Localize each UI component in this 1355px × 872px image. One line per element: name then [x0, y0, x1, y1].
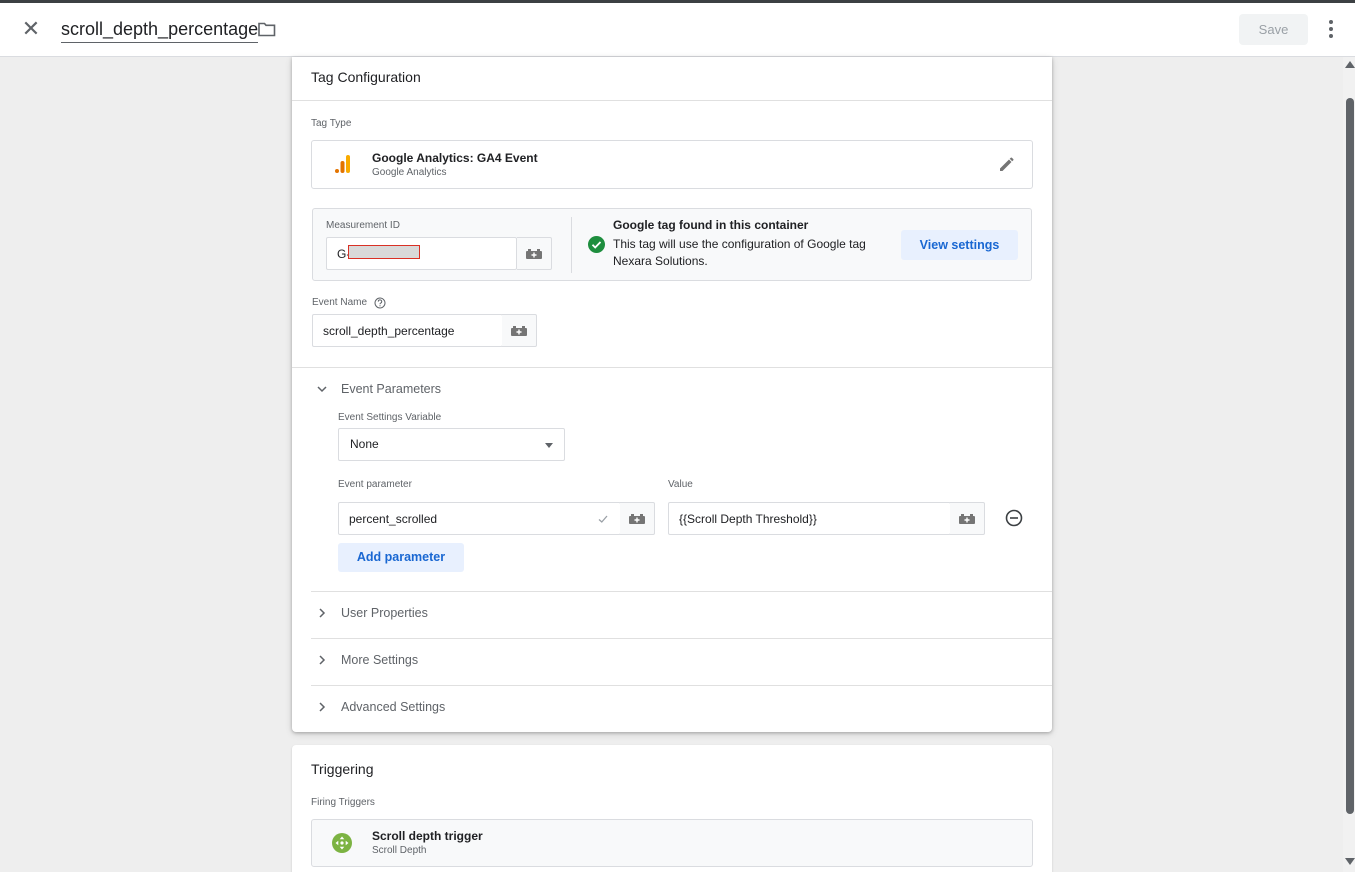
event-settings-variable-select[interactable]: None [338, 428, 565, 461]
variable-picker-button[interactable] [950, 502, 985, 535]
trigger-type: Scroll Depth [372, 845, 427, 856]
check-circle-icon [588, 236, 605, 253]
scroll-thumb[interactable] [1346, 98, 1354, 814]
save-button[interactable]: Save [1239, 14, 1308, 45]
google-tag-status-text: This tag will use the configuration of G… [613, 237, 866, 268]
tag-type-provider: Google Analytics [372, 167, 447, 178]
google-tag-status-title: Google tag found in this container [613, 218, 809, 232]
measurement-id-label: Measurement ID [326, 220, 400, 231]
value-col-label: Value [668, 479, 693, 490]
variable-picker-button[interactable] [502, 314, 537, 347]
chevron-right-icon [319, 655, 326, 665]
add-parameter-button[interactable]: Add parameter [338, 543, 464, 572]
view-settings-button[interactable]: View settings [901, 230, 1018, 260]
remove-circle-icon[interactable] [1005, 509, 1023, 527]
event-name-value: scroll_depth_percentage [323, 323, 455, 338]
folder-icon[interactable] [258, 21, 276, 37]
variable-block-icon [526, 248, 542, 259]
check-icon [598, 515, 608, 523]
user-properties-toggle[interactable]: User Properties [292, 591, 1052, 637]
pencil-icon[interactable] [998, 155, 1016, 173]
event-parameter-col-label: Event parameter [338, 479, 412, 490]
measurement-id-panel: Measurement ID G- Google tag found in th… [312, 208, 1032, 281]
event-name-input[interactable]: scroll_depth_percentage [312, 314, 503, 347]
variable-block-icon [959, 513, 975, 524]
event-parameters-title: Event Parameters [341, 382, 442, 396]
variable-picker-button[interactable] [517, 237, 552, 270]
event-parameter-input[interactable]: percent_scrolled [338, 502, 621, 535]
more-settings-toggle[interactable]: More Settings [292, 638, 1052, 684]
chevron-right-icon [319, 608, 326, 618]
scroll-trigger-icon [332, 833, 352, 853]
more-vert-icon[interactable] [1322, 17, 1340, 41]
advanced-settings-toggle[interactable]: Advanced Settings [292, 685, 1052, 731]
chevron-down-icon [317, 386, 327, 393]
divider [571, 217, 572, 273]
close-icon[interactable]: ✕ [18, 16, 44, 42]
event-settings-variable-value: None [350, 437, 379, 451]
tag-configuration-title: Tag Configuration [311, 69, 421, 85]
parameter-value: {{Scroll Depth Threshold}} [679, 511, 817, 526]
trigger-item[interactable]: Scroll depth trigger Scroll Depth [311, 819, 1033, 867]
tag-editor-header: ✕ scroll_depth_percentage Save [0, 3, 1355, 57]
triggering-card: Triggering Firing Triggers Scroll depth … [292, 745, 1052, 872]
firing-triggers-label: Firing Triggers [311, 797, 375, 808]
tag-type-label: Tag Type [311, 118, 352, 129]
trigger-name: Scroll depth trigger [372, 829, 483, 843]
event-parameters-toggle[interactable]: Event Parameters [292, 367, 1052, 413]
redacted-measurement-id [348, 245, 420, 259]
scroll-up-arrow-icon[interactable] [1345, 61, 1355, 68]
variable-picker-button[interactable] [620, 502, 655, 535]
parameter-value-input[interactable]: {{Scroll Depth Threshold}} [668, 502, 951, 535]
chevron-right-icon [319, 702, 326, 712]
more-settings-title: More Settings [341, 653, 419, 667]
analytics-icon [335, 155, 350, 173]
tag-name-title[interactable]: scroll_depth_percentage [61, 18, 259, 43]
triggering-title: Triggering [311, 761, 374, 777]
event-name-label: Event Name [312, 297, 368, 308]
scroll-down-arrow-icon[interactable] [1345, 858, 1355, 865]
variable-block-icon [511, 325, 527, 336]
dropdown-arrow-icon [545, 443, 553, 448]
user-properties-title: User Properties [341, 606, 428, 620]
page-scrollbar[interactable] [1343, 57, 1355, 872]
tag-configuration-card: Tag Configuration Tag Type Google Analyt… [292, 57, 1052, 732]
tag-type-selector[interactable]: Google Analytics: GA4 Event Google Analy… [311, 140, 1033, 189]
variable-block-icon [629, 513, 645, 524]
help-icon[interactable] [374, 297, 386, 309]
event-parameter-value: percent_scrolled [349, 511, 438, 526]
tag-type-name: Google Analytics: GA4 Event [372, 151, 538, 165]
event-settings-variable-label: Event Settings Variable [338, 412, 442, 423]
divider [292, 100, 1052, 101]
advanced-settings-title: Advanced Settings [341, 700, 446, 714]
